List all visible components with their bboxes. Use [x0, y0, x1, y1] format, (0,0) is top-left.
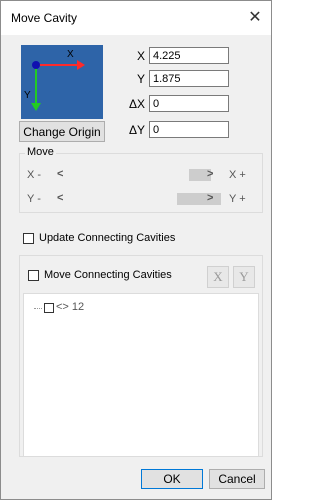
cancel-button[interactable]: Cancel [209, 469, 265, 489]
dx-label: ΔX [128, 97, 145, 111]
move-x-plus-label: X + [229, 169, 246, 181]
title-bar: Move Cavity ✕ [1, 1, 271, 35]
move-connecting-y-button[interactable]: Y [233, 266, 255, 288]
ok-button[interactable]: OK [141, 469, 203, 489]
y-axis-label: Y [24, 90, 31, 101]
move-connecting-checkbox[interactable] [28, 270, 39, 281]
y-label: Y [136, 72, 145, 86]
move-group-legend: Move [25, 146, 56, 158]
move-cavity-dialog: Move Cavity ✕ X Y X Y ΔX ΔY Change Origi… [0, 0, 272, 500]
dx-value-field[interactable] [149, 95, 229, 112]
move-y-left-button[interactable]: < [57, 192, 63, 204]
update-connecting-checkbox[interactable] [23, 233, 34, 244]
move-y-plus-label: Y + [229, 193, 246, 205]
move-connecting-label: Move Connecting Cavities [44, 269, 172, 281]
x-axis-label: X [67, 49, 74, 60]
tree-item-label: <> 12 [56, 301, 85, 313]
move-x-right-button[interactable]: > [207, 168, 213, 180]
move-y-track[interactable] [73, 193, 239, 205]
move-x-track[interactable] [73, 169, 239, 181]
update-connecting-label: Update Connecting Cavities [39, 232, 176, 244]
move-x-minus-label: X - [27, 169, 42, 181]
move-y-right-button[interactable]: > [207, 192, 213, 204]
move-x-left-button[interactable]: < [57, 168, 63, 180]
tree-connector [34, 308, 42, 309]
window-title: Move Cavity [11, 11, 78, 25]
move-x-row: X - < > X + [27, 168, 263, 183]
cavity-tree[interactable]: <> 12 [23, 293, 259, 457]
tree-item-checkbox[interactable] [44, 303, 54, 313]
move-y-thumb[interactable] [177, 193, 221, 205]
x-button-label: X [213, 269, 223, 284]
y-value-field[interactable] [149, 70, 229, 87]
dy-label: ΔY [128, 123, 145, 137]
y-button-label: Y [239, 269, 249, 284]
close-icon: ✕ [248, 9, 262, 26]
change-origin-button[interactable]: Change Origin [19, 121, 105, 142]
x-value-field[interactable] [149, 47, 229, 64]
dy-value-field[interactable] [149, 121, 229, 138]
origin-axes-graphic: X Y [21, 45, 103, 119]
origin-preview: X Y [21, 45, 103, 119]
move-y-minus-label: Y - [27, 193, 41, 205]
move-connecting-x-button[interactable]: X [207, 266, 229, 288]
x-label: X [136, 49, 145, 63]
close-button[interactable]: ✕ [239, 5, 271, 31]
move-y-row: Y - < > Y + [27, 192, 263, 207]
